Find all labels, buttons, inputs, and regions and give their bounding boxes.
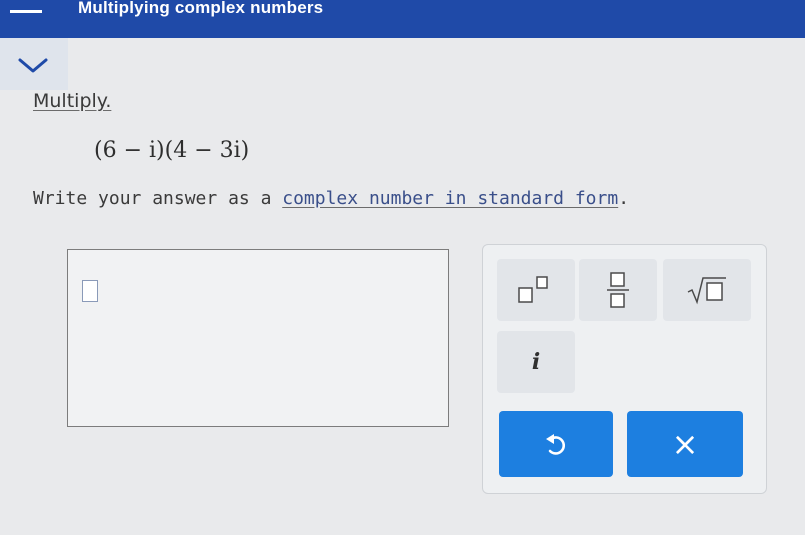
- answer-input[interactable]: [67, 249, 449, 427]
- fraction-key[interactable]: [579, 259, 657, 321]
- prompt-suffix: .: [618, 188, 630, 209]
- square-root-icon: [687, 277, 726, 305]
- header-bar: Multiplying complex numbers: [0, 0, 805, 38]
- undo-icon: [546, 434, 566, 455]
- standard-form-link[interactable]: complex number in standard form: [282, 188, 618, 209]
- prompt-prefix: Write your answer as a: [33, 188, 283, 209]
- page-title: Multiplying complex numbers: [78, 0, 324, 17]
- math-keypad: i ×: [482, 244, 767, 494]
- collapse-toggle[interactable]: [0, 38, 68, 90]
- clear-button[interactable]: ×: [627, 411, 743, 477]
- superscript-key[interactable]: [497, 259, 575, 321]
- undo-button[interactable]: [499, 411, 613, 477]
- square-root-key[interactable]: [663, 259, 751, 321]
- page: Multiplying complex numbers Multiply. (6…: [0, 0, 805, 535]
- instruction-text: Multiply.: [33, 90, 112, 112]
- menu-dash-icon[interactable]: [10, 10, 42, 13]
- math-expression: (6 − i)(4 − 3i): [94, 138, 250, 163]
- clear-label: ×: [671, 425, 699, 463]
- answer-cursor-box[interactable]: [82, 280, 98, 302]
- chevron-down-icon: [18, 58, 48, 73]
- fraction-icon: [607, 272, 629, 308]
- imaginary-unit-label: i: [531, 349, 541, 375]
- answer-prompt: Write your answer as a complex number in…: [33, 188, 629, 209]
- imaginary-unit-key[interactable]: i: [497, 331, 575, 393]
- superscript-icon: [518, 276, 548, 303]
